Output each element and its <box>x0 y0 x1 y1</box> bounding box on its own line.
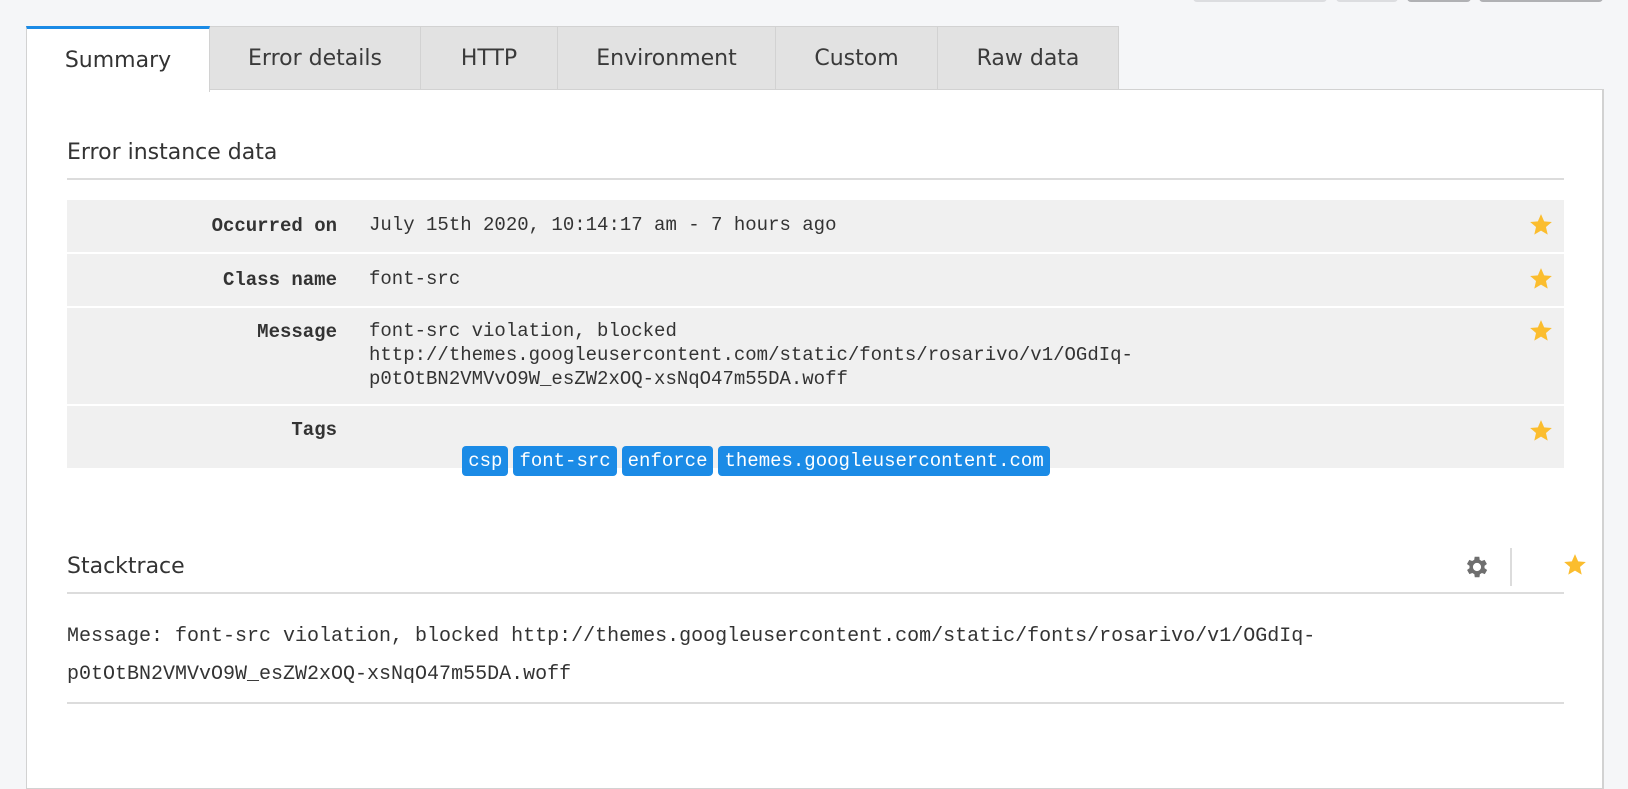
tab-raw-data[interactable]: Raw data <box>938 26 1119 90</box>
row-class-name: Class name font-src <box>67 254 1564 308</box>
summary-panel: Error instance data Occurred on July 15t… <box>26 89 1604 789</box>
tab-label: Environment <box>596 45 737 71</box>
row-value: font-src <box>369 268 461 290</box>
section-divider <box>67 592 1564 594</box>
tab-custom[interactable]: Custom <box>776 26 938 90</box>
error-instance-table: Occurred on July 15th 2020, 10:14:17 am … <box>67 200 1564 476</box>
tab-summary[interactable]: Summary <box>26 26 210 92</box>
tag-badge[interactable]: csp <box>462 446 509 476</box>
tab-label: HTTP <box>460 45 518 71</box>
row-occurred-on: Occurred on July 15th 2020, 10:14:17 am … <box>67 200 1564 254</box>
tab-label: Error details <box>248 45 382 71</box>
star-icon[interactable] <box>1562 552 1588 578</box>
tag-list: csp font-src enforce themes.googleuserconte… <box>371 422 1055 500</box>
row-tags: Tags csp font-src enforce themes.googleuser… <box>67 406 1564 476</box>
tab-http[interactable]: HTTP <box>421 26 558 90</box>
section-divider <box>67 702 1564 704</box>
top-action-buttons <box>0 0 1628 2</box>
tab-label: Custom <box>814 45 899 71</box>
tab-environment[interactable]: Environment <box>558 26 776 90</box>
tag-badge[interactable]: enforce <box>621 446 714 476</box>
row-label: Class name <box>222 269 337 291</box>
toolbar-divider <box>1510 548 1512 586</box>
row-label: Message <box>257 321 337 343</box>
tab-error-details[interactable]: Error details <box>210 26 421 90</box>
tag-badge[interactable]: themes.googleusercontent.com <box>718 446 1050 476</box>
star-icon[interactable] <box>1528 212 1554 238</box>
top-action-button[interactable] <box>1193 0 1327 2</box>
stacktrace-message: Message: font-src violation, blocked htt… <box>67 625 1316 686</box>
error-instance-title: Error instance data <box>67 140 278 165</box>
star-icon[interactable] <box>1528 318 1554 344</box>
row-value: July 15th 2020, 10:14:17 am - 7 hours ag… <box>369 214 837 236</box>
tab-bar: Summary Error details HTTP Environment C… <box>26 26 1119 92</box>
row-label: Tags <box>291 419 337 441</box>
gear-icon[interactable] <box>1463 553 1491 581</box>
row-label: Occurred on <box>211 215 337 237</box>
stacktrace-title: Stacktrace <box>67 554 185 579</box>
top-action-button[interactable] <box>1479 0 1603 2</box>
tag-badge[interactable]: font-src <box>513 446 617 476</box>
star-icon[interactable] <box>1528 418 1554 444</box>
star-icon[interactable] <box>1528 266 1554 292</box>
row-message: Message font-src violation, blocked http… <box>67 308 1564 406</box>
row-value: font-src violation, blocked http://theme… <box>369 320 1133 390</box>
tab-label: Summary <box>64 48 172 73</box>
top-action-button[interactable] <box>1407 0 1471 2</box>
tab-label: Raw data <box>976 45 1080 71</box>
section-divider <box>67 178 1564 180</box>
top-action-button[interactable] <box>1336 0 1398 2</box>
